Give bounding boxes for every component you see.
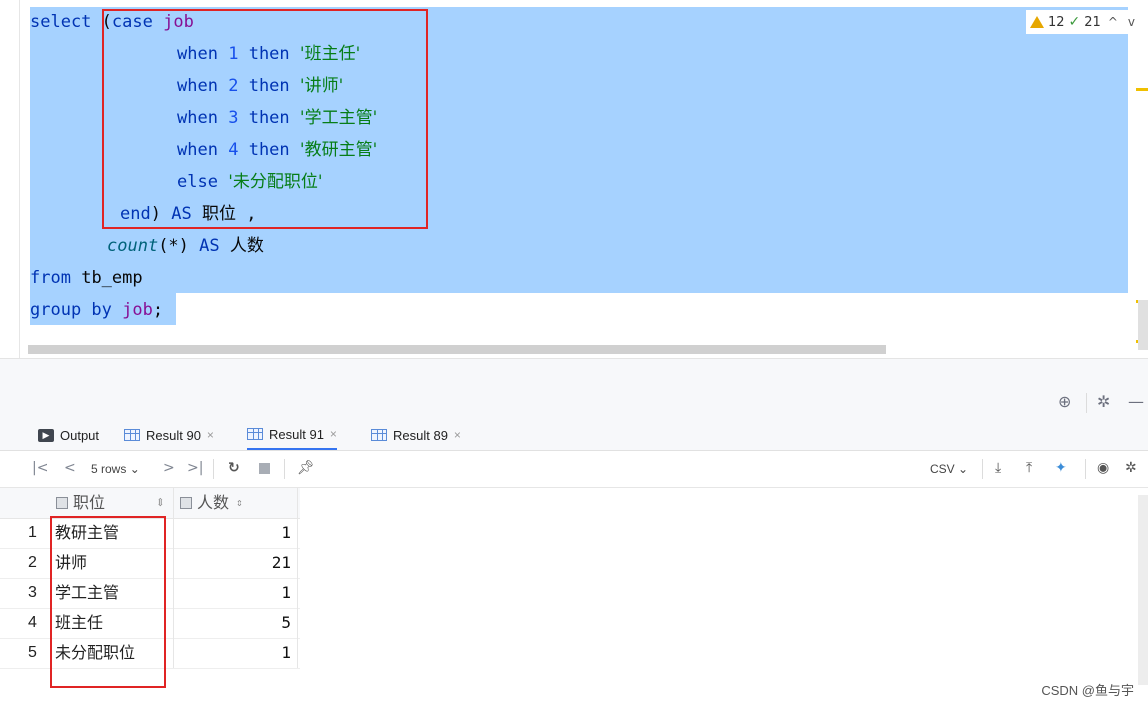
console-output-icon: ▶ (38, 428, 54, 442)
row-number: 2 (28, 554, 37, 571)
row-number: 4 (28, 614, 37, 631)
column-icon (56, 497, 68, 509)
watermark: CSDN @鱼与宇 (1041, 683, 1134, 698)
crosshair-icon[interactable]: ⊕ (1058, 392, 1071, 411)
grid-header-row: 职位 ⇕ 人数 ⇕ (0, 488, 300, 519)
column-icon (180, 497, 192, 509)
code-line-10: group by job; (30, 300, 164, 320)
download-icon[interactable]: ⤓ (995, 460, 1001, 476)
code-line-8: count(*) AS 人数 (107, 236, 264, 256)
table-grid-icon (124, 429, 140, 441)
compare-icon[interactable]: ✦ (1055, 460, 1067, 476)
chevron-down-icon: ⌄ (958, 462, 969, 476)
tab-output[interactable]: ▶ Output (38, 420, 99, 450)
export-format-label: CSV (930, 462, 955, 476)
row-number: 1 (28, 524, 37, 541)
tab-label: Result 91 (269, 426, 324, 442)
cell-count[interactable]: 21 (174, 548, 298, 578)
row-number: 3 (28, 584, 37, 601)
tab-result-89[interactable]: Result 89 × (371, 420, 461, 450)
result-tabs: ▶ Output Result 90 × Result 91 × Result … (0, 420, 1148, 451)
table-grid-icon (371, 429, 387, 441)
column-header-count[interactable]: 人数 ⇕ (174, 488, 298, 518)
cell-count[interactable]: 1 (174, 578, 298, 608)
rows-count-label: 5 rows (91, 462, 127, 476)
settings-icon[interactable]: ✲ (1125, 460, 1137, 476)
services-toolwindow-header: ⊕ ✲ — (0, 386, 1148, 420)
marker-stripe-1[interactable] (1136, 88, 1148, 91)
job-column-highlight-box (50, 516, 166, 688)
previous-highlight-icon[interactable]: ^ (1105, 15, 1121, 29)
check-icon: ✓ (1068, 14, 1081, 30)
cell-count[interactable]: 1 (174, 518, 298, 548)
toolbar-separator (1085, 459, 1086, 479)
close-icon[interactable]: × (330, 427, 337, 441)
close-icon[interactable]: × (454, 428, 461, 442)
gear-icon[interactable]: ✲ (1097, 392, 1110, 411)
upload-icon[interactable]: ⤒ (1026, 460, 1032, 476)
first-page-icon[interactable]: |< (32, 460, 48, 476)
code-line-9: from tb_emp (30, 268, 143, 288)
sort-icon[interactable]: ⇕ (236, 488, 243, 518)
column-header-job[interactable]: 职位 ⇕ (50, 488, 174, 518)
inspection-widget[interactable]: 12 ✓ 21 ^ v (1026, 10, 1142, 34)
last-page-icon[interactable]: >| (187, 460, 203, 476)
pin-icon[interactable]: 📌︎ (297, 460, 315, 476)
export-format-dropdown[interactable]: CSV ⌄ (930, 462, 968, 476)
results-vertical-scrollbar[interactable] (1138, 495, 1148, 685)
row-number: 5 (28, 644, 37, 661)
stop-icon[interactable] (259, 463, 270, 474)
refresh-icon[interactable]: ↻ (228, 460, 240, 476)
next-page-icon[interactable]: > (163, 460, 175, 476)
tab-result-90[interactable]: Result 90 × (124, 420, 214, 450)
column-header-label: 职位 (73, 493, 106, 512)
close-icon[interactable]: × (207, 428, 214, 442)
warning-icon (1030, 16, 1044, 28)
next-highlight-icon[interactable]: v (1125, 15, 1138, 29)
case-expression-highlight-box (102, 9, 428, 229)
column-header-label: 人数 (197, 493, 230, 512)
editor-gutter (19, 0, 20, 358)
horizontal-scrollbar[interactable] (28, 345, 886, 354)
view-icon[interactable]: ◉ (1097, 460, 1109, 476)
cell-count[interactable]: 1 (174, 638, 298, 668)
tab-result-91[interactable]: Result 91 × (247, 420, 337, 450)
sql-editor[interactable]: select (case job when 1 then '班主任' when … (0, 0, 1148, 358)
toolbar-separator (284, 459, 285, 479)
table-grid-icon (247, 428, 263, 440)
tab-label: Result 89 (393, 427, 448, 443)
toolbar-separator (1086, 393, 1087, 413)
warning-count: 12 (1048, 14, 1065, 30)
tab-label: Result 90 (146, 427, 201, 443)
tab-label: Output (60, 427, 100, 443)
results-toolbar: |< < 5 rows ⌄ > >| ↻ 📌︎ CSV ⌄ ⤓ ⤒ ✦ ◉ ✲ (0, 451, 1148, 488)
editor-toolwindow-divider[interactable] (0, 358, 1148, 388)
previous-page-icon[interactable]: < (64, 460, 76, 476)
ok-count: 21 (1084, 14, 1101, 30)
sort-icon[interactable]: ⇕ (156, 488, 165, 518)
toolbar-separator (213, 459, 214, 479)
minimize-icon[interactable]: — (1128, 392, 1144, 411)
toolbar-separator (982, 459, 983, 479)
cell-count[interactable]: 5 (174, 608, 298, 638)
vertical-scrollbar[interactable] (1138, 300, 1148, 350)
chevron-down-icon: ⌄ (129, 462, 140, 476)
rows-count-dropdown[interactable]: 5 rows ⌄ (91, 462, 140, 476)
